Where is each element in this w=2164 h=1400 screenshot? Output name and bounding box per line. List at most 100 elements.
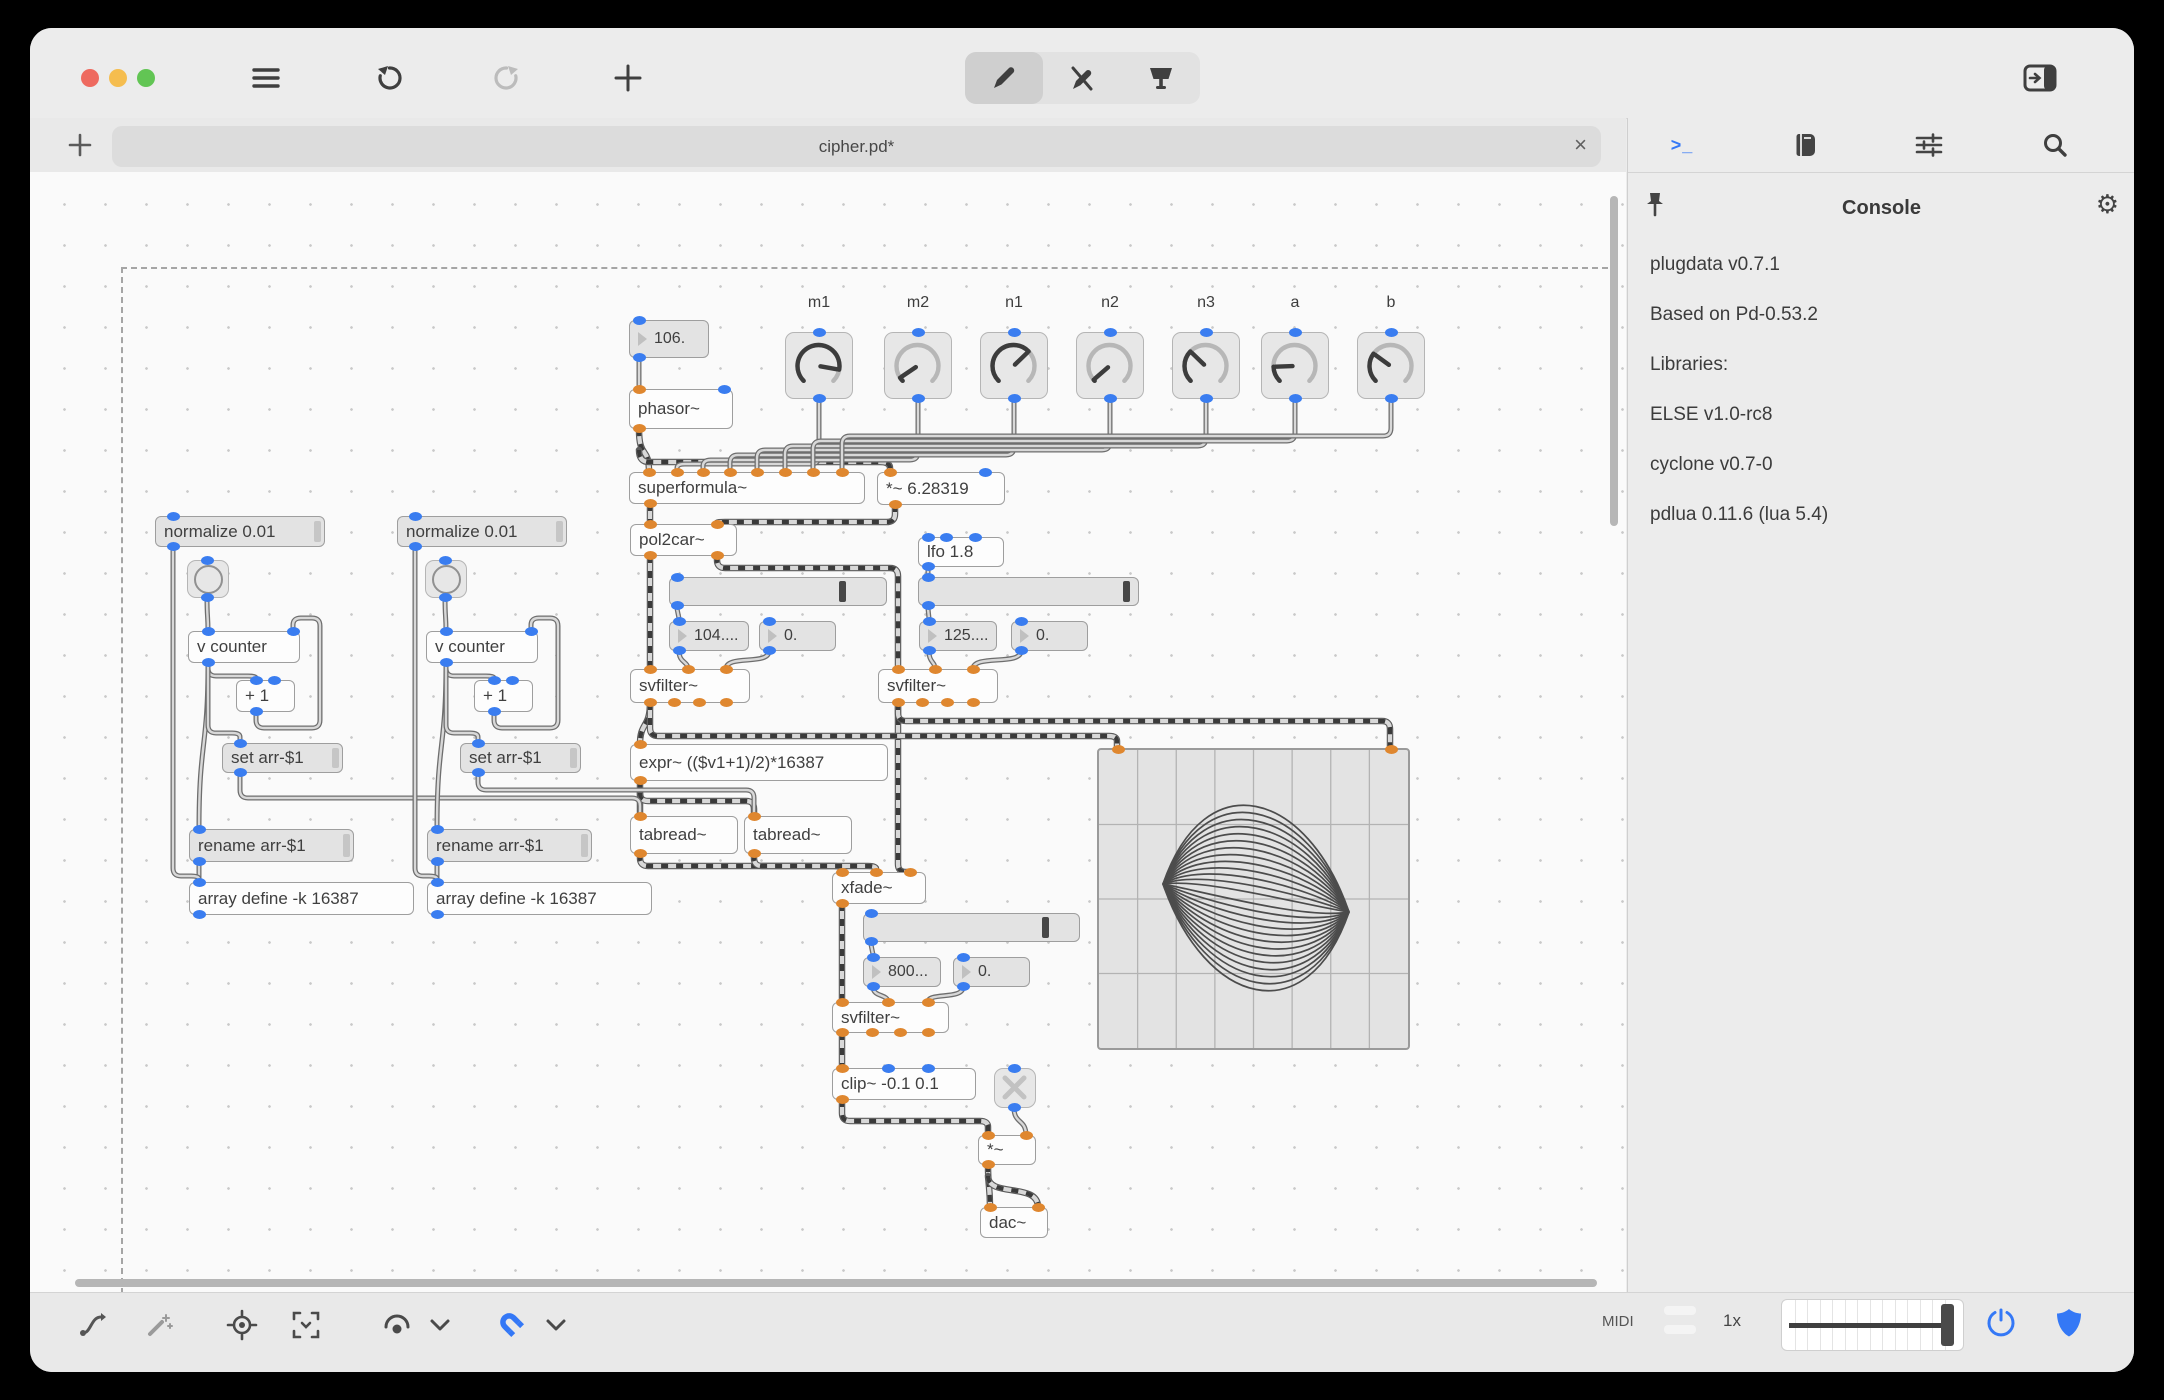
control-outlet[interactable]: [923, 646, 936, 655]
signal-inlet[interactable]: [1112, 745, 1125, 754]
control-inlet[interactable]: [488, 676, 501, 685]
signal-outlet[interactable]: [634, 849, 647, 858]
control-inlet[interactable]: [673, 617, 686, 626]
signal-inlet[interactable]: [671, 468, 684, 477]
fit-zoom-icon[interactable]: [286, 1307, 326, 1343]
scope-1[interactable]: [1097, 745, 1410, 1050]
volume-handle[interactable]: [1941, 1304, 1954, 1346]
signal-outlet[interactable]: [836, 1095, 849, 1104]
signal-inlet[interactable]: [748, 812, 761, 821]
knob-dial[interactable]: [1262, 333, 1327, 397]
control-outlet[interactable]: [431, 910, 444, 919]
control-outlet[interactable]: [202, 658, 215, 667]
signal-inlet[interactable]: [892, 665, 905, 674]
control-inlet[interactable]: [633, 316, 646, 325]
slider-2[interactable]: [918, 573, 1139, 610]
control-outlet[interactable]: [912, 394, 925, 403]
control-inlet[interactable]: [882, 1064, 895, 1073]
signal-inlet[interactable]: [697, 468, 710, 477]
object-tabread-1[interactable]: tabread~: [630, 812, 738, 858]
slider-thumb[interactable]: [1122, 581, 1130, 602]
signal-inlet[interactable]: [751, 468, 764, 477]
signal-outlet[interactable]: [748, 849, 761, 858]
control-outlet[interactable]: [1008, 394, 1021, 403]
control-outlet[interactable]: [671, 601, 684, 610]
volume-slider[interactable]: [1781, 1299, 1964, 1351]
object-clip[interactable]: clip~ -0.1 0.1: [832, 1064, 976, 1104]
control-inlet[interactable]: [201, 556, 214, 565]
object-svfilter-3[interactable]: svfilter~: [832, 998, 949, 1037]
knob-dial[interactable]: [981, 333, 1046, 397]
presentation-mode-button[interactable]: [1122, 52, 1200, 104]
signal-inlet[interactable]: [779, 468, 792, 477]
undo-icon[interactable]: [364, 52, 416, 104]
knob-b[interactable]: [1357, 328, 1425, 403]
new-object-icon[interactable]: [602, 52, 654, 104]
menu-icon[interactable]: [240, 52, 292, 104]
signal-outlet[interactable]: [892, 698, 905, 707]
control-outlet[interactable]: [922, 601, 935, 610]
panel-toggle-icon[interactable]: [2014, 52, 2066, 104]
control-outlet[interactable]: [1385, 394, 1398, 403]
close-window-button[interactable]: [81, 69, 99, 87]
object-pol2car[interactable]: pol2car~: [630, 520, 737, 560]
magic-wand-icon[interactable]: [138, 1307, 178, 1343]
control-inlet[interactable]: [923, 617, 936, 626]
canvas-horizontal-scrollbar[interactable]: [75, 1279, 1597, 1287]
signal-outlet[interactable]: [941, 698, 954, 707]
control-outlet[interactable]: [922, 562, 935, 571]
patch-cable[interactable]: [750, 850, 880, 876]
object-xfade[interactable]: xfade~: [832, 868, 926, 908]
signal-outlet[interactable]: [967, 698, 980, 707]
object-superformula[interactable]: superformula~: [629, 468, 865, 508]
slider-3[interactable]: [863, 909, 1080, 946]
patch-canvas[interactable]: 106. phasor~ m1 m2 n1 n2 n3 a b superformula~ *~ 6…: [30, 172, 1626, 1292]
signal-outlet[interactable]: [982, 1160, 995, 1169]
control-inlet[interactable]: [1104, 328, 1117, 337]
object-vcounter-1[interactable]: v counter: [188, 627, 300, 667]
control-inlet[interactable]: [1289, 328, 1302, 337]
signal-inlet[interactable]: [982, 1131, 995, 1140]
search-tab[interactable]: [2027, 124, 2083, 166]
object-arraydefine-1[interactable]: array define -k 16387: [189, 878, 414, 919]
object-expr[interactable]: expr~ (($v1+1)/2)*16387: [630, 740, 888, 785]
object-vcounter-2[interactable]: v counter: [426, 627, 538, 667]
object-svfilter-1[interactable]: svfilter~: [630, 665, 750, 707]
bang-2[interactable]: [425, 556, 467, 602]
object-mul[interactable]: *~: [978, 1131, 1036, 1169]
control-outlet[interactable]: [250, 707, 263, 716]
patch-cable[interactable]: [894, 699, 1394, 752]
signal-inlet[interactable]: [984, 1203, 997, 1212]
knob-dial[interactable]: [885, 333, 950, 397]
message-set-1[interactable]: set arr-$1: [222, 739, 343, 777]
control-outlet[interactable]: [431, 857, 444, 866]
message-rename-1[interactable]: rename arr-$1: [189, 825, 354, 866]
knob-n2[interactable]: [1076, 328, 1144, 403]
control-inlet[interactable]: [763, 617, 776, 626]
control-outlet[interactable]: [867, 982, 880, 991]
numbox-0-b[interactable]: 0.: [1011, 617, 1088, 655]
control-inlet[interactable]: [922, 533, 935, 542]
control-inlet[interactable]: [969, 533, 982, 542]
control-inlet[interactable]: [439, 556, 452, 565]
signal-inlet[interactable]: [922, 998, 935, 1007]
control-inlet[interactable]: [250, 676, 263, 685]
control-outlet[interactable]: [167, 542, 180, 551]
power-icon[interactable]: [1981, 1305, 2021, 1341]
slider-thumb[interactable]: [1042, 917, 1050, 938]
new-tab-button[interactable]: [66, 131, 94, 159]
documentation-tab[interactable]: [1778, 124, 1834, 166]
signal-inlet[interactable]: [870, 868, 883, 877]
message-normalize-2[interactable]: normalize 0.01: [397, 512, 567, 551]
signal-inlet[interactable]: [634, 812, 647, 821]
signal-inlet[interactable]: [807, 468, 820, 477]
toggle-1[interactable]: [994, 1064, 1036, 1112]
control-inlet[interactable]: [957, 953, 970, 962]
control-inlet[interactable]: [1015, 617, 1028, 626]
knob-m2[interactable]: [884, 328, 952, 403]
control-outlet[interactable]: [673, 646, 686, 655]
tab-cipher[interactable]: cipher.pd* ×: [112, 126, 1601, 167]
patch-cable[interactable]: [713, 552, 902, 673]
run-mode-button[interactable]: [1043, 52, 1121, 104]
control-inlet[interactable]: [922, 573, 935, 582]
